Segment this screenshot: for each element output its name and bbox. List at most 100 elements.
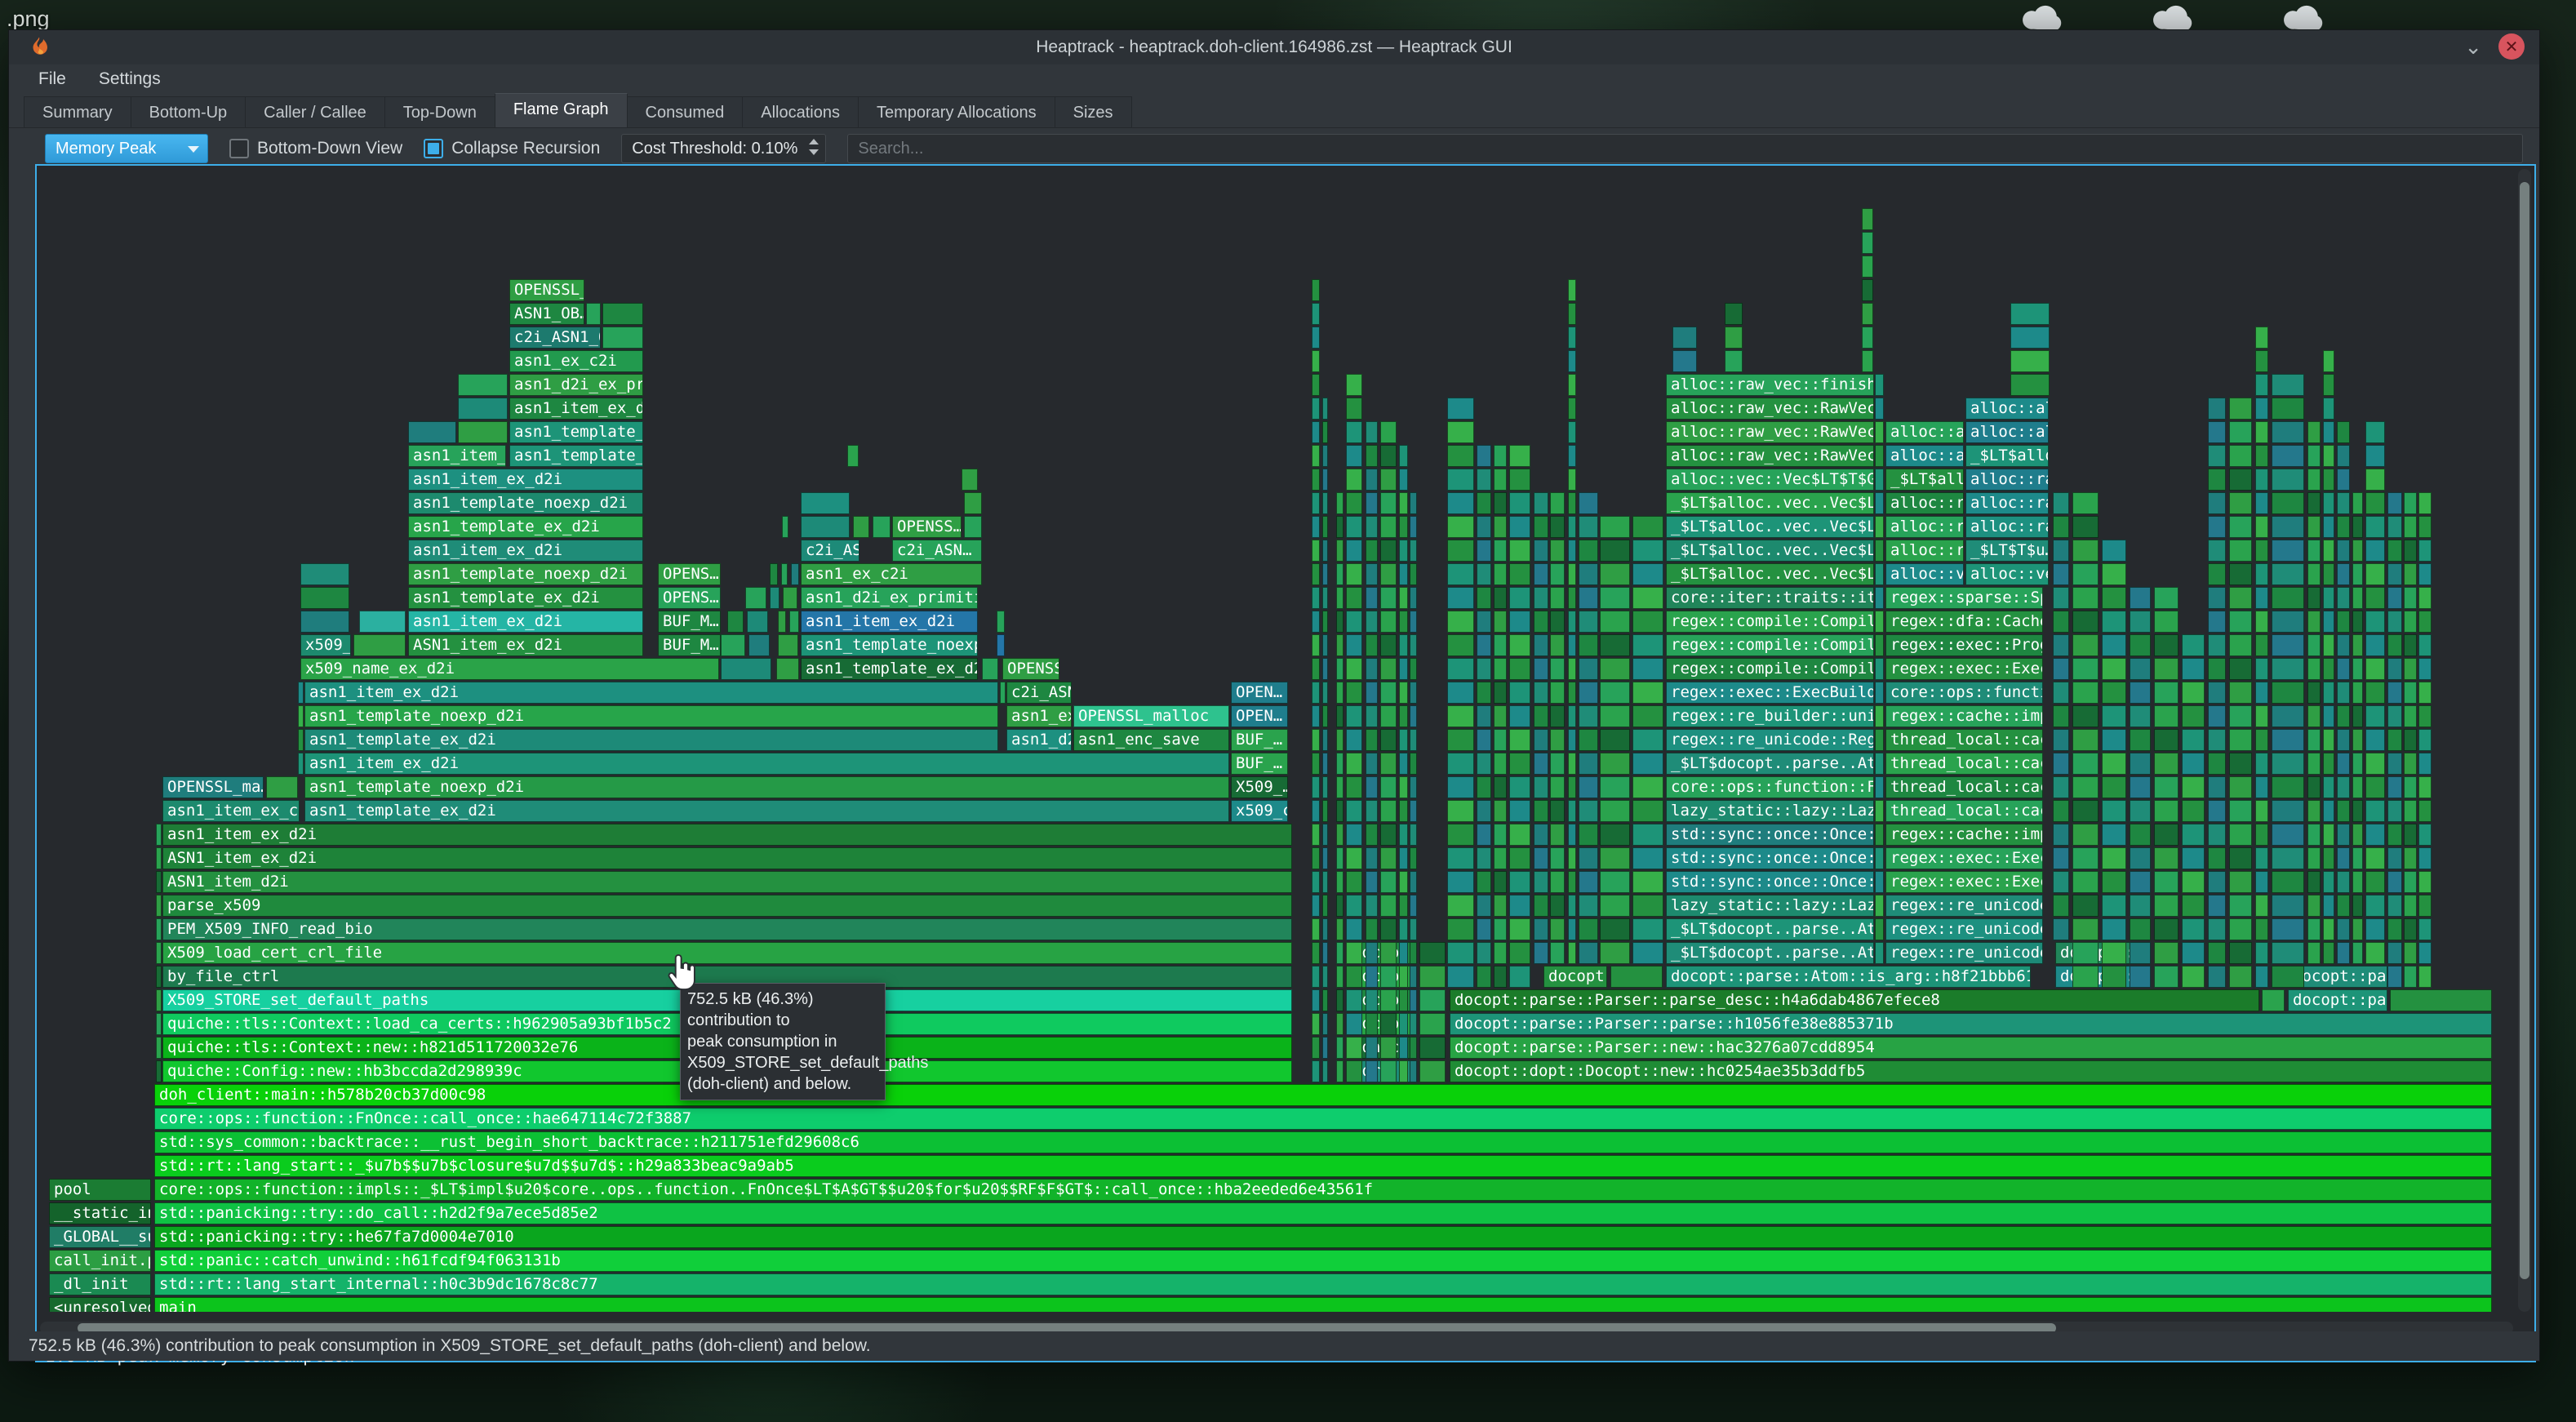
- flame-frame-unlabeled[interactable]: [2072, 705, 2099, 727]
- flame-frame-unlabeled[interactable]: [1477, 563, 1491, 585]
- flame-frame-unlabeled[interactable]: [1312, 871, 1320, 893]
- flame-frame-unlabeled[interactable]: [1322, 587, 1328, 609]
- search-input[interactable]: [847, 134, 2523, 163]
- bottom-down-view-option[interactable]: Bottom-Down View: [229, 139, 402, 158]
- flame-frame-unlabeled[interactable]: [2418, 918, 2432, 940]
- flame-frame[interactable]: regex::exec::Exec::: [1885, 871, 2043, 893]
- flame-frame-unlabeled[interactable]: [1410, 1037, 1417, 1059]
- flame-frame-unlabeled[interactable]: [2337, 776, 2350, 798]
- flame-frame-unlabeled[interactable]: [1410, 966, 1417, 988]
- flame-frame-unlabeled[interactable]: [1568, 753, 1576, 775]
- tab-bottom-up[interactable]: Bottom-Up: [131, 96, 246, 127]
- flame-frame-unlabeled[interactable]: [2352, 824, 2363, 846]
- flame-frame-unlabeled[interactable]: [1322, 753, 1328, 775]
- flame-frame-unlabeled[interactable]: [1862, 208, 1873, 230]
- flame-frame-unlabeled[interactable]: [2337, 871, 2350, 893]
- flame-frame-unlabeled[interactable]: [2323, 776, 2334, 798]
- flame-frame-unlabeled[interactable]: [1509, 705, 1530, 727]
- flame-frame-unlabeled[interactable]: [2154, 705, 2178, 727]
- flame-frame-unlabeled[interactable]: [1550, 563, 1565, 585]
- flame-frame-unlabeled[interactable]: [1568, 445, 1576, 467]
- flame-frame-unlabeled[interactable]: [1494, 895, 1507, 917]
- flame-frame-unlabeled[interactable]: [2365, 682, 2385, 704]
- flame-frame-unlabeled[interactable]: [2387, 516, 2402, 538]
- flame-frame-unlabeled[interactable]: [1447, 942, 1474, 964]
- spinner-arrows-icon[interactable]: [809, 139, 819, 155]
- flame-frame-unlabeled[interactable]: [1336, 800, 1344, 822]
- flame-frame-unlabeled[interactable]: [1346, 1013, 1362, 1035]
- flame-frame-unlabeled[interactable]: [2130, 871, 2151, 893]
- flame-frame-unlabeled[interactable]: [2418, 966, 2432, 988]
- flame-frame[interactable]: BUF_…: [1231, 753, 1288, 775]
- flame-frame[interactable]: std::panicking::try::do_call::h2d2f9a7ec…: [154, 1202, 2492, 1224]
- flame-frame-unlabeled[interactable]: [2323, 871, 2334, 893]
- flame-frame-unlabeled[interactable]: [1399, 540, 1408, 562]
- flame-frame-unlabeled[interactable]: [2307, 847, 2321, 869]
- flame-frame-unlabeled[interactable]: [1380, 421, 1397, 443]
- flame-frame-unlabeled[interactable]: [1346, 540, 1362, 562]
- flame-frame-unlabeled[interactable]: [1568, 327, 1576, 349]
- flame-frame-unlabeled[interactable]: [1447, 895, 1474, 917]
- flame-frame-unlabeled[interactable]: [2387, 563, 2402, 585]
- flame-frame-unlabeled[interactable]: [2365, 469, 2385, 491]
- flame-frame-unlabeled[interactable]: [1494, 776, 1507, 798]
- flame-frame[interactable]: alloc::ra: [1965, 469, 2049, 491]
- flame-frame-unlabeled[interactable]: [2418, 563, 2432, 585]
- flame-frame-unlabeled[interactable]: [1568, 374, 1576, 396]
- flame-frame-unlabeled[interactable]: [1336, 966, 1344, 988]
- flame-frame-unlabeled[interactable]: [2154, 942, 2178, 964]
- flame-frame-unlabeled[interactable]: [1419, 1013, 1446, 1035]
- flame-frame-unlabeled[interactable]: [2255, 445, 2268, 467]
- tab-summary[interactable]: Summary: [24, 96, 131, 127]
- flame-frame-unlabeled[interactable]: [1875, 421, 1884, 443]
- collapse-recursion-option[interactable]: Collapse Recursion: [424, 139, 600, 158]
- flame-frame-unlabeled[interactable]: [2272, 729, 2304, 751]
- flame-frame[interactable]: x509_name_ex_d2i: [300, 658, 719, 680]
- flame-frame[interactable]: OPEN…: [1231, 682, 1288, 704]
- flame-frame-unlabeled[interactable]: [2229, 942, 2252, 964]
- flame-frame-unlabeled[interactable]: [2272, 800, 2304, 822]
- flame-frame-unlabeled[interactable]: [2272, 753, 2304, 775]
- flame-frame-unlabeled[interactable]: [2418, 611, 2432, 633]
- flame-frame-unlabeled[interactable]: [1312, 540, 1320, 562]
- flame-frame-unlabeled[interactable]: [1494, 847, 1507, 869]
- flame-frame-unlabeled[interactable]: [1534, 611, 1548, 633]
- flame-frame-unlabeled[interactable]: [2418, 516, 2432, 538]
- flame-frame-unlabeled[interactable]: [2053, 516, 2069, 538]
- flame-frame[interactable]: x509_c: [1231, 800, 1288, 822]
- flame-frame-unlabeled[interactable]: [1312, 776, 1320, 798]
- flame-frame-unlabeled[interactable]: [1600, 705, 1630, 727]
- flame-frame-unlabeled[interactable]: [2208, 398, 2226, 420]
- flame-frame-unlabeled[interactable]: [1380, 942, 1397, 964]
- flame-frame-unlabeled[interactable]: [1346, 445, 1362, 467]
- flame-frame-unlabeled[interactable]: [1410, 800, 1417, 822]
- flame-frame-unlabeled[interactable]: [1380, 445, 1397, 467]
- flame-frame-unlabeled[interactable]: [1568, 682, 1576, 704]
- flame-frame-unlabeled[interactable]: [1380, 895, 1397, 917]
- flame-frame-unlabeled[interactable]: [2387, 776, 2402, 798]
- flame-frame-unlabeled[interactable]: [2387, 587, 2402, 609]
- flame-frame[interactable]: _GLOBAL__sub..: [49, 1226, 151, 1248]
- flame-frame-unlabeled[interactable]: [1875, 918, 1884, 940]
- flame-frame-unlabeled[interactable]: [2387, 492, 2402, 514]
- flame-frame-unlabeled[interactable]: [1725, 303, 1743, 325]
- flame-frame-unlabeled[interactable]: [1568, 611, 1576, 633]
- flame-frame-unlabeled[interactable]: [2307, 563, 2321, 585]
- flame-frame-unlabeled[interactable]: [2255, 374, 2268, 396]
- flame-frame[interactable]: alloc::ra: [1965, 492, 2049, 514]
- close-button[interactable]: ✕: [2498, 33, 2525, 60]
- flame-frame-unlabeled[interactable]: [1312, 492, 1320, 514]
- flame-frame-unlabeled[interactable]: [1346, 1060, 1362, 1082]
- tab-top-down[interactable]: Top-Down: [384, 96, 495, 127]
- flame-frame-unlabeled[interactable]: [2229, 966, 2252, 988]
- flame-frame-unlabeled[interactable]: [1550, 847, 1565, 869]
- flame-frame-unlabeled[interactable]: [1380, 658, 1397, 680]
- flame-frame-unlabeled[interactable]: [2072, 824, 2099, 846]
- flame-frame-unlabeled[interactable]: [2418, 729, 2432, 751]
- flame-frame[interactable]: regex::dfa::Cache::: [1885, 611, 2043, 633]
- flame-frame-unlabeled[interactable]: [2307, 895, 2321, 917]
- flame-frame-unlabeled[interactable]: [2130, 611, 2151, 633]
- flame-frame-unlabeled[interactable]: [156, 989, 162, 1011]
- flame-frame-unlabeled[interactable]: [2418, 634, 2432, 656]
- flame-frame-unlabeled[interactable]: [1632, 682, 1663, 704]
